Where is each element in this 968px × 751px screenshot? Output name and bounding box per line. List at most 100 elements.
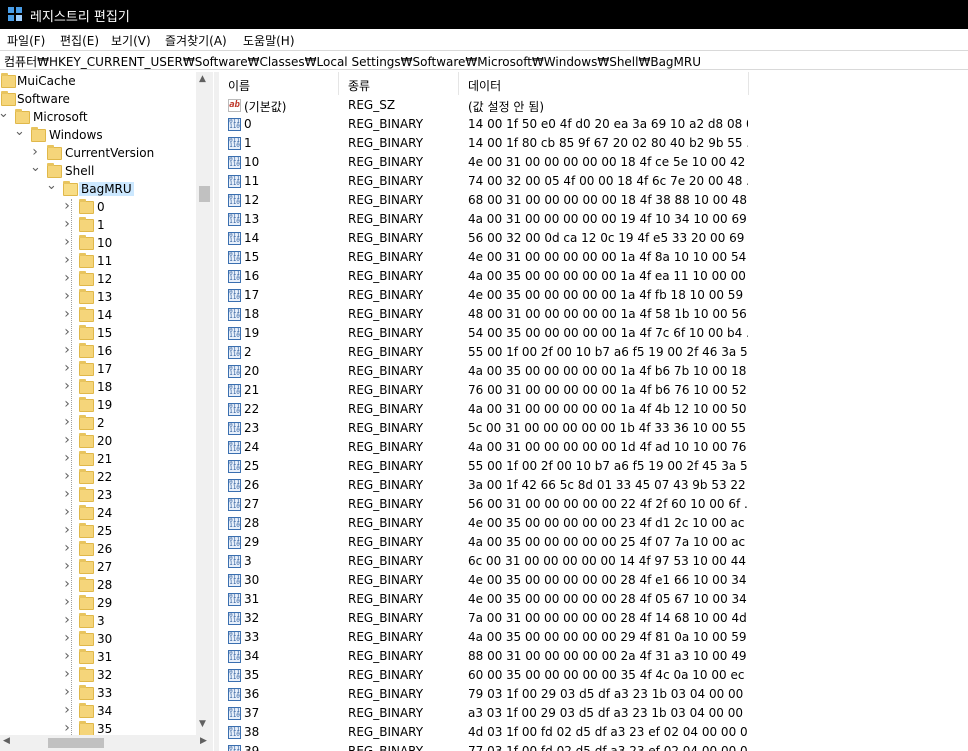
- collapse-arrow-icon[interactable]: ⌄: [46, 178, 57, 193]
- tree-item[interactable]: › 13: [0, 288, 196, 307]
- tree-item[interactable]: MuiCache: [0, 73, 196, 91]
- value-row[interactable]: 011 110 12 REG_BINARY 68 00 31 00 00 00 00 …: [219, 191, 968, 210]
- tree-item[interactable]: › 27: [0, 558, 196, 577]
- value-row[interactable]: 011 110 1 REG_BINARY 14 00 1f 80 cb 85 9f 6…: [219, 134, 968, 153]
- tree-item[interactable]: › 34: [0, 702, 196, 721]
- collapse-arrow-icon[interactable]: ⌄: [30, 160, 41, 175]
- scroll-thumb[interactable]: [48, 738, 104, 748]
- value-row[interactable]: ab (기본값) REG_SZ (값 설정 안 됨): [219, 96, 968, 115]
- value-row[interactable]: 011 110 20 REG_BINARY 4a 00 35 00 00 00 00 …: [219, 362, 968, 381]
- scroll-thumb[interactable]: [199, 186, 210, 202]
- scroll-down-arrow-icon[interactable]: ▼: [199, 719, 206, 729]
- value-row[interactable]: 011 110 10 REG_BINARY 4e 00 31 00 00 00 00 …: [219, 153, 968, 172]
- tree-item[interactable]: › 22: [0, 468, 196, 487]
- tree-item[interactable]: › 28: [0, 576, 196, 595]
- value-row[interactable]: 011 110 17 REG_BINARY 4e 00 35 00 00 00 00 …: [219, 286, 968, 305]
- value-data: 55 00 1f 00 2f 00 10 b7 a6 f5 19 00 2f 4…: [468, 459, 748, 473]
- scroll-left-arrow-icon[interactable]: ◀: [3, 736, 10, 746]
- value-row[interactable]: 011 110 21 REG_BINARY 76 00 31 00 00 00 00 …: [219, 381, 968, 400]
- value-row[interactable]: 011 110 35 REG_BINARY 60 00 35 00 00 00 00 …: [219, 666, 968, 685]
- tree-pane[interactable]: MuiCache Software ⌄ Microsoft ⌄ Windows › Curre…: [0, 72, 214, 751]
- collapse-arrow-icon[interactable]: ⌄: [0, 106, 9, 121]
- value-row[interactable]: 011 110 0 REG_BINARY 14 00 1f 50 e0 4f d0 2…: [219, 115, 968, 134]
- value-row[interactable]: 011 110 31 REG_BINARY 4e 00 35 00 00 00 00 …: [219, 590, 968, 609]
- tree-item[interactable]: › 2: [0, 414, 196, 433]
- value-row[interactable]: 011 110 24 REG_BINARY 4a 00 31 00 00 00 00 …: [219, 438, 968, 457]
- value-row[interactable]: 011 110 23 REG_BINARY 5c 00 31 00 00 00 00 …: [219, 419, 968, 438]
- tree-item[interactable]: › 3: [0, 612, 196, 631]
- tree-item[interactable]: › 25: [0, 522, 196, 541]
- value-row[interactable]: 011 110 26 REG_BINARY 3a 00 1f 42 66 5c 8d …: [219, 476, 968, 495]
- value-row[interactable]: 011 110 14 REG_BINARY 56 00 32 00 0d ca 12 …: [219, 229, 968, 248]
- tree-item[interactable]: › 10: [0, 234, 196, 253]
- value-row[interactable]: 011 110 15 REG_BINARY 4e 00 31 00 00 00 00 …: [219, 248, 968, 267]
- tree-item[interactable]: › 16: [0, 342, 196, 361]
- tree-item[interactable]: ⌄ BagMRU: [0, 178, 196, 199]
- tree-item[interactable]: › 1: [0, 216, 196, 235]
- value-row[interactable]: 011 110 27 REG_BINARY 56 00 31 00 00 00 00 …: [219, 495, 968, 514]
- value-row[interactable]: 011 110 11 REG_BINARY 74 00 32 00 05 4f 00 …: [219, 172, 968, 191]
- value-row[interactable]: 011 110 3 REG_BINARY 6c 00 31 00 00 00 00 0…: [219, 552, 968, 571]
- tree-item[interactable]: ⌄ Windows: [0, 124, 196, 145]
- scroll-right-arrow-icon[interactable]: ▶: [200, 736, 207, 746]
- tree-item[interactable]: › 26: [0, 540, 196, 559]
- tree-item[interactable]: › 11: [0, 252, 196, 271]
- value-row[interactable]: 011 110 19 REG_BINARY 54 00 35 00 00 00 00 …: [219, 324, 968, 343]
- values-list[interactable]: 이름 종류 데이터 ab (기본값) REG_SZ (값 설정 안 됨) 011 110…: [219, 72, 968, 751]
- value-row[interactable]: 011 110 38 REG_BINARY 4d 03 1f 00 fd 02 d5 …: [219, 723, 968, 742]
- value-row[interactable]: 011 110 34 REG_BINARY 88 00 31 00 00 00 00 …: [219, 647, 968, 666]
- tree-item[interactable]: › 31: [0, 648, 196, 667]
- value-row[interactable]: 011 110 2 REG_BINARY 55 00 1f 00 2f 00 10 b…: [219, 343, 968, 362]
- menu-edit[interactable]: 편집(E): [60, 32, 99, 49]
- tree-item-label: 18: [97, 380, 113, 394]
- collapse-arrow-icon[interactable]: ⌄: [14, 124, 25, 139]
- value-row[interactable]: 011 110 22 REG_BINARY 4a 00 31 00 00 00 00 …: [219, 400, 968, 419]
- tree-item[interactable]: Software: [0, 91, 196, 109]
- tree-item[interactable]: › 19: [0, 396, 196, 415]
- tree-item[interactable]: › 18: [0, 378, 196, 397]
- tree-item[interactable]: › 29: [0, 594, 196, 613]
- value-row[interactable]: 011 110 29 REG_BINARY 4a 00 35 00 00 00 00 …: [219, 533, 968, 552]
- column-header-data[interactable]: 데이터: [459, 72, 749, 95]
- tree-item[interactable]: › 21: [0, 450, 196, 469]
- tree-item[interactable]: › 20: [0, 432, 196, 451]
- tree-item-label: 33: [97, 686, 113, 700]
- tree-item[interactable]: › 32: [0, 666, 196, 685]
- tree-item[interactable]: › 14: [0, 306, 196, 325]
- tree-item[interactable]: › 12: [0, 270, 196, 289]
- menu-help[interactable]: 도움말(H): [243, 32, 295, 49]
- tree-item[interactable]: › 17: [0, 360, 196, 379]
- tree-item[interactable]: › 33: [0, 684, 196, 703]
- value-row[interactable]: 011 110 25 REG_BINARY 55 00 1f 00 2f 00 10 …: [219, 457, 968, 476]
- address-bar[interactable]: 컴퓨터₩HKEY_CURRENT_USER₩Software₩Classes₩L…: [0, 50, 968, 70]
- value-name: 34: [244, 649, 260, 663]
- column-header-type[interactable]: 종류: [339, 72, 459, 95]
- tree-item[interactable]: › 15: [0, 324, 196, 343]
- tree-item[interactable]: › 24: [0, 504, 196, 523]
- tree-item[interactable]: › 30: [0, 630, 196, 649]
- value-row[interactable]: 011 110 37 REG_BINARY a3 03 1f 00 29 03 d5 …: [219, 704, 968, 723]
- value-row[interactable]: 011 110 36 REG_BINARY 79 03 1f 00 29 03 d5 …: [219, 685, 968, 704]
- tree-item[interactable]: › 0: [0, 198, 196, 217]
- value-row[interactable]: 011 11039 REG_BINARY 77 03 1f 00 fd 02 d5 …: [219, 742, 968, 751]
- column-header-name[interactable]: 이름: [219, 72, 339, 95]
- value-name: 28: [244, 516, 260, 530]
- tree-vertical-scrollbar[interactable]: ▲ ▼: [196, 72, 213, 735]
- menu-file[interactable]: 파일(F): [7, 32, 45, 49]
- tree-item[interactable]: ⌄ Shell: [0, 160, 196, 181]
- menu-favorites[interactable]: 즐겨찾기(A): [165, 32, 227, 49]
- tree-horizontal-scrollbar[interactable]: ◀ ▶: [0, 735, 213, 751]
- value-row[interactable]: 011 110 30 REG_BINARY 4e 00 35 00 00 00 00 …: [219, 571, 968, 590]
- value-row[interactable]: 011 110 28 REG_BINARY 4e 00 35 00 00 00 00 …: [219, 514, 968, 533]
- scroll-up-arrow-icon[interactable]: ▲: [199, 74, 206, 84]
- value-row[interactable]: 011 110 32 REG_BINARY 7a 00 31 00 00 00 00 …: [219, 609, 968, 628]
- address-path[interactable]: 컴퓨터₩HKEY_CURRENT_USER₩Software₩Classes₩L…: [4, 53, 701, 70]
- value-row[interactable]: 011 110 13 REG_BINARY 4a 00 31 00 00 00 00 …: [219, 210, 968, 229]
- value-row[interactable]: 011 110 16 REG_BINARY 4a 00 35 00 00 00 00 …: [219, 267, 968, 286]
- tree-item[interactable]: › 23: [0, 486, 196, 505]
- expand-arrow-icon[interactable]: ›: [30, 144, 40, 160]
- value-row[interactable]: 011 110 18 REG_BINARY 48 00 31 00 00 00 00 …: [219, 305, 968, 324]
- menu-view[interactable]: 보기(V): [111, 32, 151, 49]
- tree-item[interactable]: ⌄ Microsoft: [0, 106, 196, 127]
- value-row[interactable]: 011 110 33 REG_BINARY 4a 00 35 00 00 00 00 …: [219, 628, 968, 647]
